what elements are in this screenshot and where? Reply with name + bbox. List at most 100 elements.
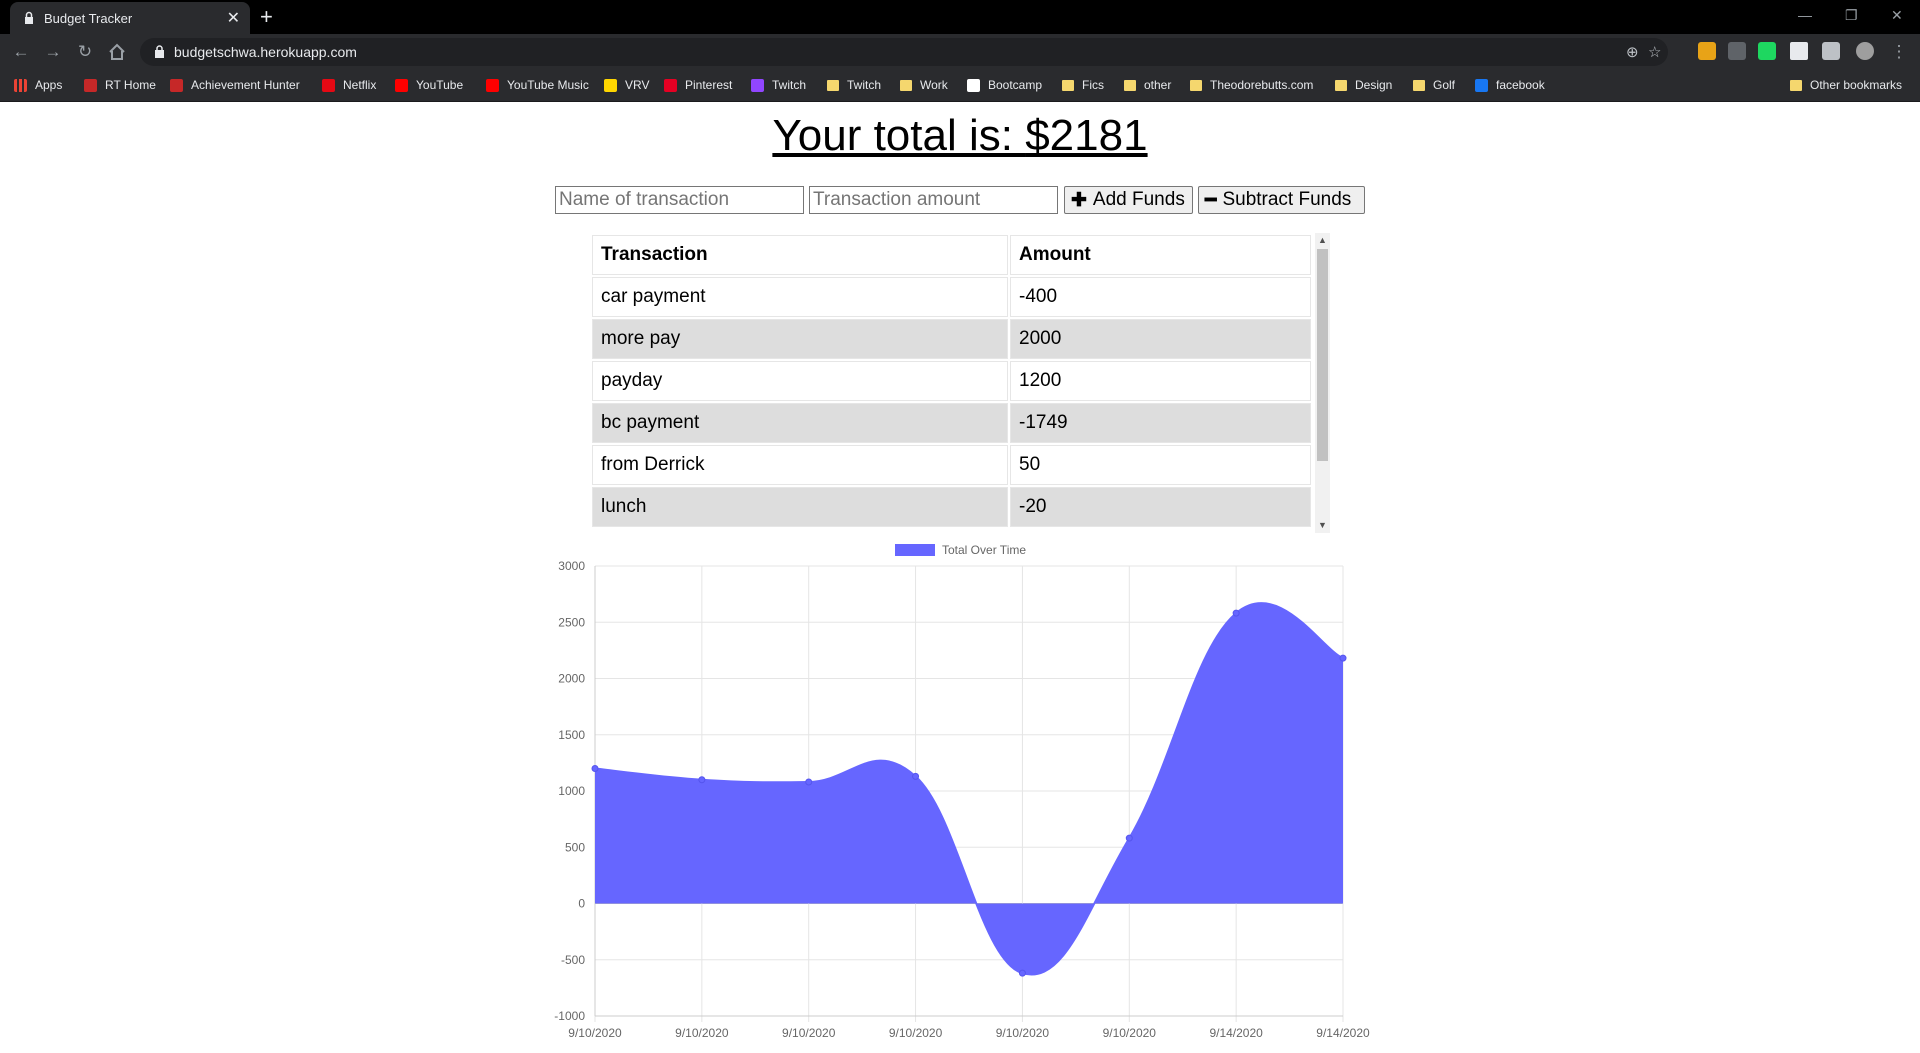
y-tick-label: 1500	[558, 728, 585, 742]
table-row: car payment -400	[592, 277, 1311, 317]
install-icon[interactable]: ⊕	[1626, 43, 1639, 61]
folder-icon	[827, 79, 839, 91]
bookmark-label: Apps	[35, 78, 63, 92]
bookmark-label: facebook	[1496, 78, 1545, 92]
bookmark-label: Achievement Hunter	[191, 78, 300, 92]
total-value: $2181	[1025, 111, 1148, 160]
star-icon[interactable]: ☆	[1648, 43, 1661, 61]
scrollbar-thumb[interactable]	[1317, 249, 1328, 461]
twitch-icon	[751, 78, 764, 92]
x-tick-label: 9/14/2020	[1316, 1026, 1370, 1040]
data-point	[1018, 969, 1026, 977]
media-icon[interactable]	[1822, 42, 1840, 60]
folder-icon	[1124, 79, 1136, 91]
transaction-amount-cell: 50	[1010, 445, 1311, 485]
table-row: lunch -20	[592, 487, 1311, 527]
bookmark-item[interactable]: Netflix	[322, 78, 376, 92]
subtract-funds-button[interactable]: ━ Subtract Funds	[1198, 186, 1365, 214]
folder-icon	[1335, 79, 1347, 91]
bookmark-item[interactable]: Twitch	[751, 78, 806, 92]
data-point	[698, 776, 706, 784]
bookmark-label: Work	[920, 78, 948, 92]
restore-icon[interactable]: ❐	[1845, 7, 1858, 24]
folder-icon	[1190, 79, 1202, 91]
bookmark-item[interactable]: Apps	[14, 78, 62, 92]
bookmark-item[interactable]: other	[1124, 78, 1171, 92]
folder-icon	[1413, 79, 1425, 91]
transaction-amount-cell: -400	[1010, 277, 1311, 317]
other-bookmarks-folder[interactable]: Other bookmarks	[1790, 78, 1902, 92]
vrv-icon	[604, 78, 617, 92]
x-tick-label: 9/10/2020	[782, 1026, 836, 1040]
x-tick-label: 9/10/2020	[568, 1026, 622, 1040]
bookmark-label: Fics	[1082, 78, 1104, 92]
bookmark-item[interactable]: VRV	[604, 78, 649, 92]
apps-grid-icon	[14, 78, 27, 92]
bookmark-item[interactable]: Bootcamp	[967, 78, 1042, 92]
new-tab-icon[interactable]: +	[260, 4, 273, 30]
bookmark-item[interactable]: Twitch	[827, 78, 881, 92]
browser-tab[interactable]: Budget Tracker ✕	[10, 2, 250, 34]
add-funds-button[interactable]: ✚ Add Funds	[1064, 186, 1193, 214]
transaction-amount-input[interactable]	[809, 186, 1058, 214]
extension-icon[interactable]	[1758, 42, 1776, 60]
menu-icon[interactable]: ⋮	[1888, 41, 1910, 63]
column-header-amount: Amount	[1010, 235, 1311, 275]
bookmark-item[interactable]: Pinterest	[664, 78, 732, 92]
data-point	[1125, 834, 1133, 842]
bookmark-item[interactable]: Design	[1335, 78, 1392, 92]
lock-icon	[155, 45, 164, 58]
bookmarks-bar: Apps RT Home Achievement Hunter Netflix YouT…	[0, 70, 1920, 102]
transaction-name-input[interactable]	[555, 186, 804, 214]
youtube-music-icon	[486, 78, 499, 92]
minimize-icon[interactable]: —	[1798, 7, 1812, 23]
reload-icon[interactable]: ↻	[74, 41, 96, 63]
bookmark-item[interactable]: Work	[900, 78, 948, 92]
minus-icon: ━	[1205, 189, 1217, 211]
bookmark-item[interactable]: Achievement Hunter	[170, 78, 300, 92]
close-tab-icon[interactable]: ✕	[227, 8, 240, 28]
bookmark-item[interactable]: YouTube Music	[486, 78, 589, 92]
avatar[interactable]	[1856, 42, 1874, 60]
data-point	[591, 765, 599, 772]
x-tick-label: 9/10/2020	[675, 1026, 729, 1040]
bookmark-label: Design	[1355, 78, 1393, 92]
transactions-table-container[interactable]: Transaction Amount car payment -400 more p…	[590, 233, 1330, 533]
page-title: Your total is: $2181	[772, 111, 1148, 160]
extension-icon[interactable]	[1728, 42, 1746, 60]
bookmark-item[interactable]: YouTube	[395, 78, 463, 92]
table-row: payday 1200	[592, 361, 1311, 401]
lock-icon	[25, 11, 33, 24]
y-tick-label: 3000	[558, 559, 585, 573]
bookmark-item[interactable]: Fics	[1062, 78, 1104, 92]
x-tick-label: 9/14/2020	[1209, 1026, 1263, 1040]
bookmark-label: Netflix	[343, 78, 377, 92]
back-icon[interactable]: ←	[10, 41, 32, 63]
table-scrollbar[interactable]: ▲ ▼	[1315, 233, 1330, 533]
bookmark-item[interactable]: Golf	[1413, 78, 1455, 92]
bookmark-item[interactable]: Theodorebutts.com	[1190, 78, 1313, 92]
bookmark-label: other	[1144, 78, 1172, 92]
address-bar[interactable]: budgetschwa.herokuapp.com ⊕ ☆	[140, 38, 1668, 66]
bookmark-item[interactable]: facebook	[1475, 78, 1545, 92]
bookmark-item[interactable]: RT Home	[84, 78, 156, 92]
extension-icon[interactable]	[1698, 42, 1716, 60]
forward-icon[interactable]: →	[42, 41, 64, 63]
extensions-puzzle-icon[interactable]	[1790, 42, 1808, 60]
data-point	[912, 772, 920, 780]
tab-title: Budget Tracker	[44, 11, 133, 26]
table-row: more pay 2000	[592, 319, 1311, 359]
total-over-time-chart: Total Over Time 3000 2500 2000 1500 1000 500 0 -…	[554, 543, 1370, 1040]
close-window-icon[interactable]: ✕	[1891, 7, 1903, 24]
bookmark-label: Bootcamp	[988, 78, 1043, 92]
table-row: from Derrick 50	[592, 445, 1311, 485]
bookmark-label: YouTube Music	[507, 78, 589, 92]
netflix-icon	[322, 78, 335, 92]
y-tick-label: -1000	[554, 1009, 585, 1023]
scroll-down-icon[interactable]: ▼	[1318, 520, 1327, 530]
home-icon[interactable]	[108, 43, 126, 61]
bookmark-label: Twitch	[772, 78, 807, 92]
url-text: budgetschwa.herokuapp.com	[174, 44, 357, 60]
scroll-up-icon[interactable]: ▲	[1318, 235, 1327, 245]
transaction-amount-cell: -20	[1010, 487, 1311, 527]
